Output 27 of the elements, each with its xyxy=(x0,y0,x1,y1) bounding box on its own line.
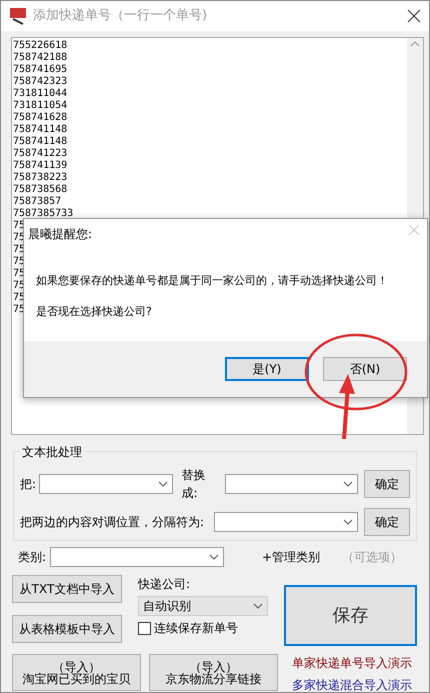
field-label: 替换成: xyxy=(182,467,207,502)
list-line: 758742188 xyxy=(13,52,68,64)
dialog-message: 如果您要保存的快递单号都是属于同一家公司的，请手动选择快递公司！ xyxy=(36,273,388,289)
field-label: 把两边的内容对调位置，分隔符为: xyxy=(20,514,204,531)
checkbox-label: 连续保存新单号 xyxy=(154,620,238,637)
list-line: 758741139 xyxy=(13,160,68,172)
field-label: 把: xyxy=(20,476,36,493)
list-line: 758741628 xyxy=(13,112,68,124)
list-line: 758738568 xyxy=(13,184,68,196)
hint-text: （可选项） xyxy=(342,549,402,566)
list-line: 731811054 xyxy=(13,100,68,112)
group-title: 文本批处理 xyxy=(20,443,84,461)
field-label: 快递公司: xyxy=(138,576,192,593)
list-line: 75873857 xyxy=(13,196,62,208)
list-line: 758741223 xyxy=(13,148,68,160)
list-line: 7587385733 xyxy=(13,208,74,220)
list-line: 755226618 xyxy=(13,40,68,52)
list-line: 731811044 xyxy=(13,88,68,100)
list-line: 758742323 xyxy=(13,76,68,88)
window-title: 添加快递单号（一行一个单号) xyxy=(33,7,208,26)
list-line: 758738223 xyxy=(13,172,68,184)
list-line: 758741148 xyxy=(13,136,68,148)
dialog-title: 晨曦提醒您: xyxy=(28,226,92,243)
list-line: 758741148 xyxy=(13,124,68,136)
list-line: 758741695 xyxy=(13,64,68,76)
dialog-message: 是否现在选择快递公司? xyxy=(36,304,152,320)
field-label: 类别: xyxy=(18,549,46,566)
